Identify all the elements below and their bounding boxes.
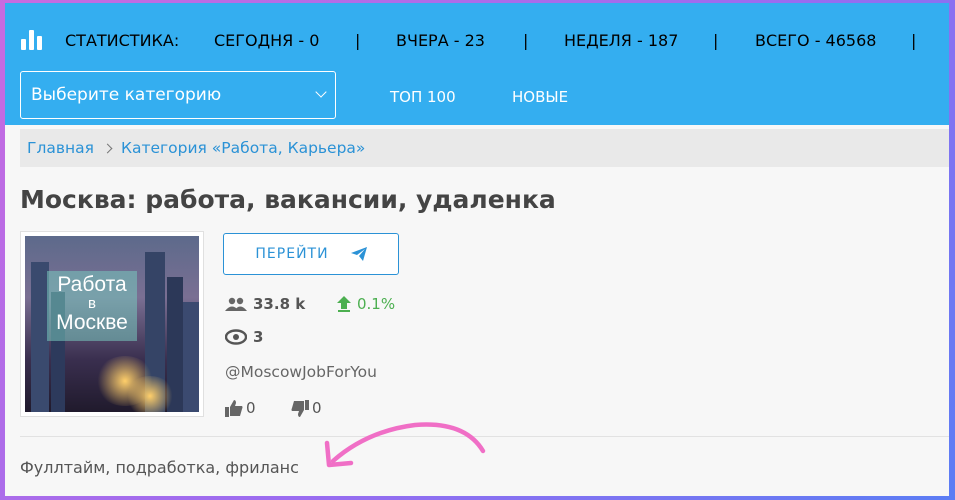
thumbnail-text-line: Москве: [56, 311, 128, 334]
subscribers-count: 33.8 k: [253, 295, 306, 313]
category-select[interactable]: Выберите категорию: [20, 71, 336, 119]
stats-separator: |: [911, 31, 917, 50]
likes-count: 0: [246, 399, 256, 417]
views-metric: 3: [225, 328, 263, 346]
views-count: 3: [253, 328, 264, 346]
nav-top100[interactable]: ТОП 100: [390, 88, 456, 106]
eye-icon: [225, 329, 247, 345]
stat-today: СЕГОДНЯ - 0: [214, 31, 320, 50]
growth-metric: 0.1%: [337, 295, 395, 313]
chevron-down-icon: [315, 86, 327, 98]
stats-title: СТАТИСТИКА:: [65, 31, 180, 50]
thumbnail-text-line: в: [88, 295, 96, 312]
breadcrumb-home[interactable]: Главная: [27, 139, 94, 157]
stats-separator: |: [355, 31, 361, 50]
channel-thumbnail-image: Работа в Москве: [25, 236, 199, 412]
channel-handle[interactable]: @MoscowJobForYou: [225, 363, 377, 381]
stat-yesterday: ВЧЕРА - 23: [396, 31, 485, 50]
thumbs-up-icon[interactable]: [225, 399, 243, 417]
page-title: Москва: работа, вакансии, удаленка: [20, 185, 556, 214]
page-frame: СТАТИСТИКА: СЕГОДНЯ - 0 | ВЧЕРА - 23 | Н…: [5, 3, 949, 496]
chevron-right-icon: [102, 143, 113, 153]
top-bar: СТАТИСТИКА: СЕГОДНЯ - 0 | ВЧЕРА - 23 | Н…: [5, 3, 949, 125]
channel-thumbnail[interactable]: Работа в Москве: [20, 231, 204, 417]
stat-week: НЕДЕЛЯ - 187: [564, 31, 679, 50]
breadcrumb-category[interactable]: Категория «Работа, Карьера»: [121, 139, 365, 157]
category-select-value: Выберите категорию: [31, 85, 222, 105]
channel-description: Фуллтайм, подработка, фриланс: [20, 458, 299, 477]
likes-metric: 0: [225, 399, 256, 417]
arrow-up-icon: [337, 296, 351, 312]
thumbnail-label: Работа в Москве: [47, 271, 137, 341]
breadcrumb: Главная Категория «Работа, Карьера»: [20, 129, 949, 167]
growth-value: 0.1%: [357, 295, 396, 313]
stats-separator: |: [713, 31, 719, 50]
thumbnail-text-line: Работа: [57, 273, 127, 296]
users-icon: [225, 297, 247, 311]
go-button[interactable]: ПЕРЕЙТИ: [223, 233, 399, 275]
nav-new[interactable]: НОВЫЕ: [512, 88, 568, 106]
stats-bars-icon: [21, 30, 45, 50]
subscribers-metric: 33.8 k: [225, 295, 305, 313]
telegram-plane-icon: [350, 247, 367, 261]
go-button-label: ПЕРЕЙТИ: [255, 246, 329, 262]
stat-total: ВСЕГО - 46568: [755, 31, 877, 50]
annotation-arrow-icon: [324, 422, 486, 468]
stats-separator: |: [523, 31, 529, 50]
